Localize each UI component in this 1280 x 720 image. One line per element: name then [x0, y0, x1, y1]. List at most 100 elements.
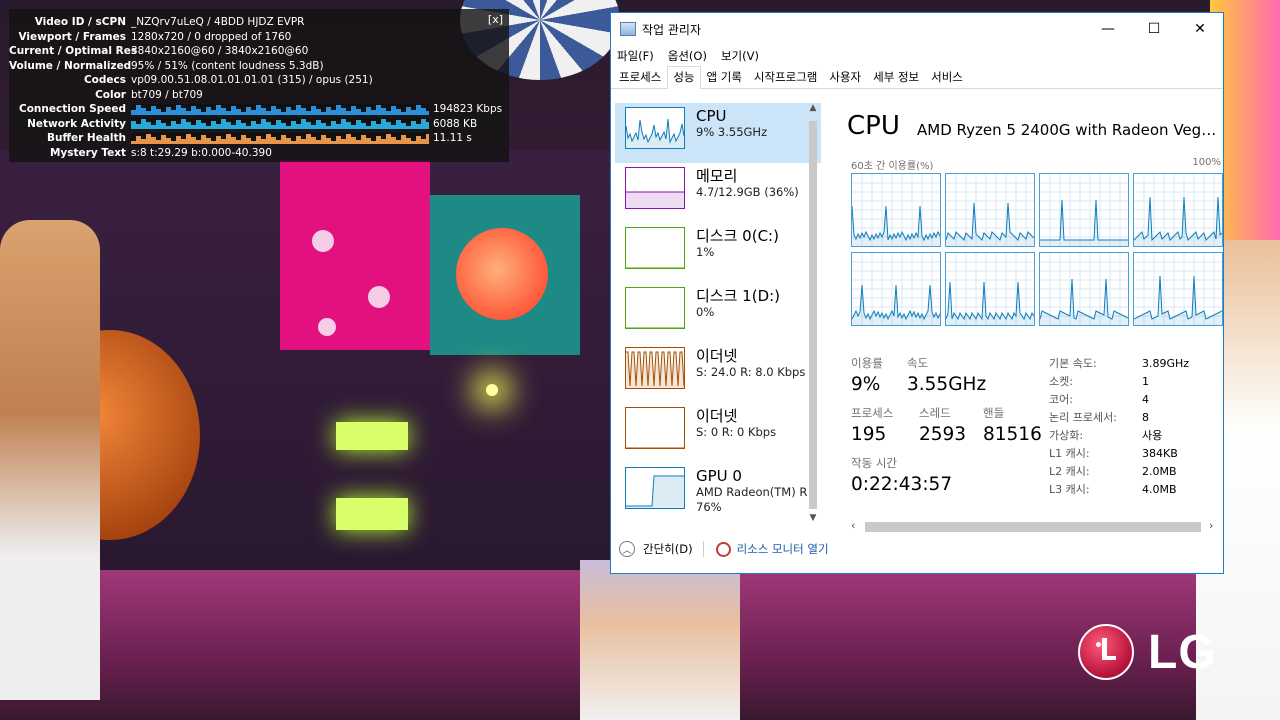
sidebar-text: GPU 0 AMD Radeon(TM) R 76% [696, 467, 807, 515]
chevron-up-icon[interactable]: ︿ [619, 541, 635, 557]
tab-item[interactable]: 세부 정보 [867, 66, 925, 88]
sidebar-scrollbar[interactable]: ▲ ▼ [806, 103, 820, 527]
detail-value: 384KB [1142, 447, 1178, 460]
stage-spotlight [486, 384, 498, 396]
stat-graph [131, 132, 429, 144]
detail-key: L2 캐시: [1049, 465, 1090, 478]
scroll-left-icon[interactable]: ‹ [851, 519, 855, 532]
stat-value: _NZQrv7uLeQ / 4BDD HJDZ EVPR [131, 16, 305, 28]
stat-value: bt709 / bt709 [131, 88, 203, 101]
sidebar-item-detail: 1% [696, 245, 715, 259]
core-utilization-graph [945, 252, 1035, 326]
detail-row: 소켓: 1 [1049, 373, 1189, 391]
sidebar-thumbnail-graph [625, 467, 685, 509]
stat-row: Buffer Health 11.11 s [9, 131, 503, 146]
scroll-up-icon[interactable]: ▲ [806, 103, 820, 117]
detail-value: 1 [1142, 375, 1149, 388]
tab-item[interactable]: 사용자 [823, 66, 867, 88]
tab-item[interactable]: 성능 [667, 66, 701, 89]
lg-wordmark: LG [1148, 625, 1217, 679]
tab-item[interactable]: 시작프로그램 [748, 66, 823, 88]
sidebar-item-name: 디스크 1(D:) [696, 287, 781, 305]
collapse-button[interactable]: 간단히(D) [643, 541, 693, 557]
detail-row: 논리 프로세서: 8 [1049, 409, 1189, 427]
core-utilization-graph [1133, 252, 1223, 326]
stat-key: Video ID / sCPN [34, 16, 126, 28]
sidebar-item-name: 디스크 0(C:) [696, 227, 779, 245]
stats-rows: Video ID / sCPN _NZQrv7uLeQ / 4BDD HJDZ E… [9, 15, 503, 160]
metric-label: 작동 시간 [851, 456, 897, 470]
sidebar-item[interactable]: 이더넷 S: 0 R: 0 Kbps [615, 403, 821, 463]
metric-uptime: 작동 시간 0:22:43:57 [851, 455, 952, 495]
stat-key: Color [95, 88, 126, 101]
stat-value: vp09.00.51.08.01.01.01.01 (315) / opus (… [131, 74, 373, 86]
close-button[interactable]: ✕ [1177, 13, 1223, 45]
stat-key: Connection Speed [18, 103, 126, 115]
menu-item[interactable]: 보기(V) [721, 48, 759, 64]
minimize-button[interactable]: — [1085, 13, 1131, 45]
lg-face-mark [1078, 624, 1134, 680]
sidebar-item-name: GPU 0 [696, 467, 742, 485]
stat-graph [131, 118, 429, 130]
scroll-right-icon[interactable]: › [1209, 519, 1213, 532]
scrollbar-thumb[interactable] [809, 121, 817, 509]
resource-monitor-link[interactable]: 리소스 모니터 열기 [737, 541, 829, 557]
task-manager-window: 작업 관리자 — ☐ ✕ 파일(F) 옵션(O) 보기(V) 프로세스 성능 앱 기록 시… [610, 12, 1224, 574]
sidebar-item[interactable]: 메모리 4.7/12.9GB (36%) [615, 163, 821, 223]
stat-row: Color bt709 / bt709 [9, 88, 503, 103]
core-utilization-graph [851, 173, 941, 247]
maximize-button[interactable]: ☐ [1131, 13, 1177, 45]
stat-value-wrap: _NZQrv7uLeQ / 4BDD HJDZ EVPR [131, 15, 503, 30]
detail-value: 4 [1142, 393, 1149, 406]
sidebar-item[interactable]: 디스크 1(D:) 0% [615, 283, 821, 343]
detail-key: L1 캐시: [1049, 447, 1090, 460]
sidebar-item[interactable]: 이더넷 S: 24.0 R: 8.0 Kbps [615, 343, 821, 403]
detail-row: 기본 속도: 3.89GHz [1049, 355, 1189, 373]
tab-item[interactable]: 프로세스 [613, 66, 667, 88]
stat-row: Viewport / Frames 1280x720 / 0 dropped of… [9, 30, 503, 45]
detail-value: 사용 [1142, 429, 1163, 442]
metric-value: 0:22:43:57 [851, 474, 953, 495]
task-manager-icon [620, 22, 636, 36]
sidebar-item-detail: 9% 3.55GHz [696, 125, 768, 139]
menu-item[interactable]: 옵션(O) [668, 48, 707, 64]
stat-key: Buffer Health [46, 132, 126, 144]
sidebar-item[interactable]: 디스크 0(C:) 1% [615, 223, 821, 283]
metric-value: 195 [851, 424, 887, 445]
metric-label: 속도 [907, 356, 929, 370]
scrollbar-thumb[interactable] [865, 522, 1201, 532]
stats-close-button[interactable]: [x] [488, 13, 503, 28]
title-bar[interactable]: 작업 관리자 — ☐ ✕ [611, 13, 1223, 45]
tab-item[interactable]: 앱 기록 [701, 66, 748, 88]
detail-key: 논리 프로세서: [1049, 411, 1117, 424]
cpu-model-name: AMD Ryzen 5 2400G with Radeon Vega Graph… [917, 121, 1223, 139]
menu-bar: 파일(F) 옵션(O) 보기(V) [611, 45, 1223, 67]
metric-handles: 핸들 81516 [983, 405, 1042, 445]
sidebar-text: 메모리 4.7/12.9GB (36%) [696, 167, 799, 200]
stat-value-wrap: 194823 Kbps [131, 102, 503, 117]
metric-label: 프로세스 [851, 406, 894, 420]
metric-label: 스레드 [919, 406, 951, 420]
menu-item[interactable]: 파일(F) [617, 48, 654, 64]
detail-row: L1 캐시: 384KB [1049, 445, 1189, 463]
sidebar-text: CPU 9% 3.55GHz [696, 107, 767, 140]
sidebar-item[interactable]: CPU 9% 3.55GHz [615, 103, 821, 163]
stat-value: 6088 KB [433, 117, 478, 130]
stats-for-nerds-panel: [x] Video ID / sCPN _NZQrv7uLeQ / 4BDD HJ… [9, 9, 509, 162]
stat-key: Volume / Normalized [9, 59, 132, 72]
sidebar-item[interactable]: GPU 0 AMD Radeon(TM) R 76% [615, 463, 821, 523]
metric-speed: 속도 3.55GHz [907, 355, 986, 395]
sidebar-thumbnail-graph [625, 287, 685, 329]
orange-orb [456, 228, 548, 320]
metric-value: 3.55GHz [907, 374, 987, 395]
metric-label: 이용률 [851, 356, 883, 370]
resource-sidebar: CPU 9% 3.55GHz 메모리 4.7/12.9GB (36%) 디스크 0(C:… [615, 103, 821, 523]
metric-value: 81516 [983, 424, 1042, 445]
detail-key: 코어: [1049, 393, 1073, 406]
main-horizontal-scrollbar[interactable]: ‹ › [851, 519, 1221, 535]
scroll-down-icon[interactable]: ▼ [806, 513, 820, 527]
detail-row: 코어: 4 [1049, 391, 1189, 409]
tab-bar: 프로세스 성능 앱 기록 시작프로그램 사용자 세부 정보 서비스 [611, 66, 1223, 89]
window-title: 작업 관리자 [642, 22, 702, 37]
tab-item[interactable]: 서비스 [925, 66, 969, 88]
